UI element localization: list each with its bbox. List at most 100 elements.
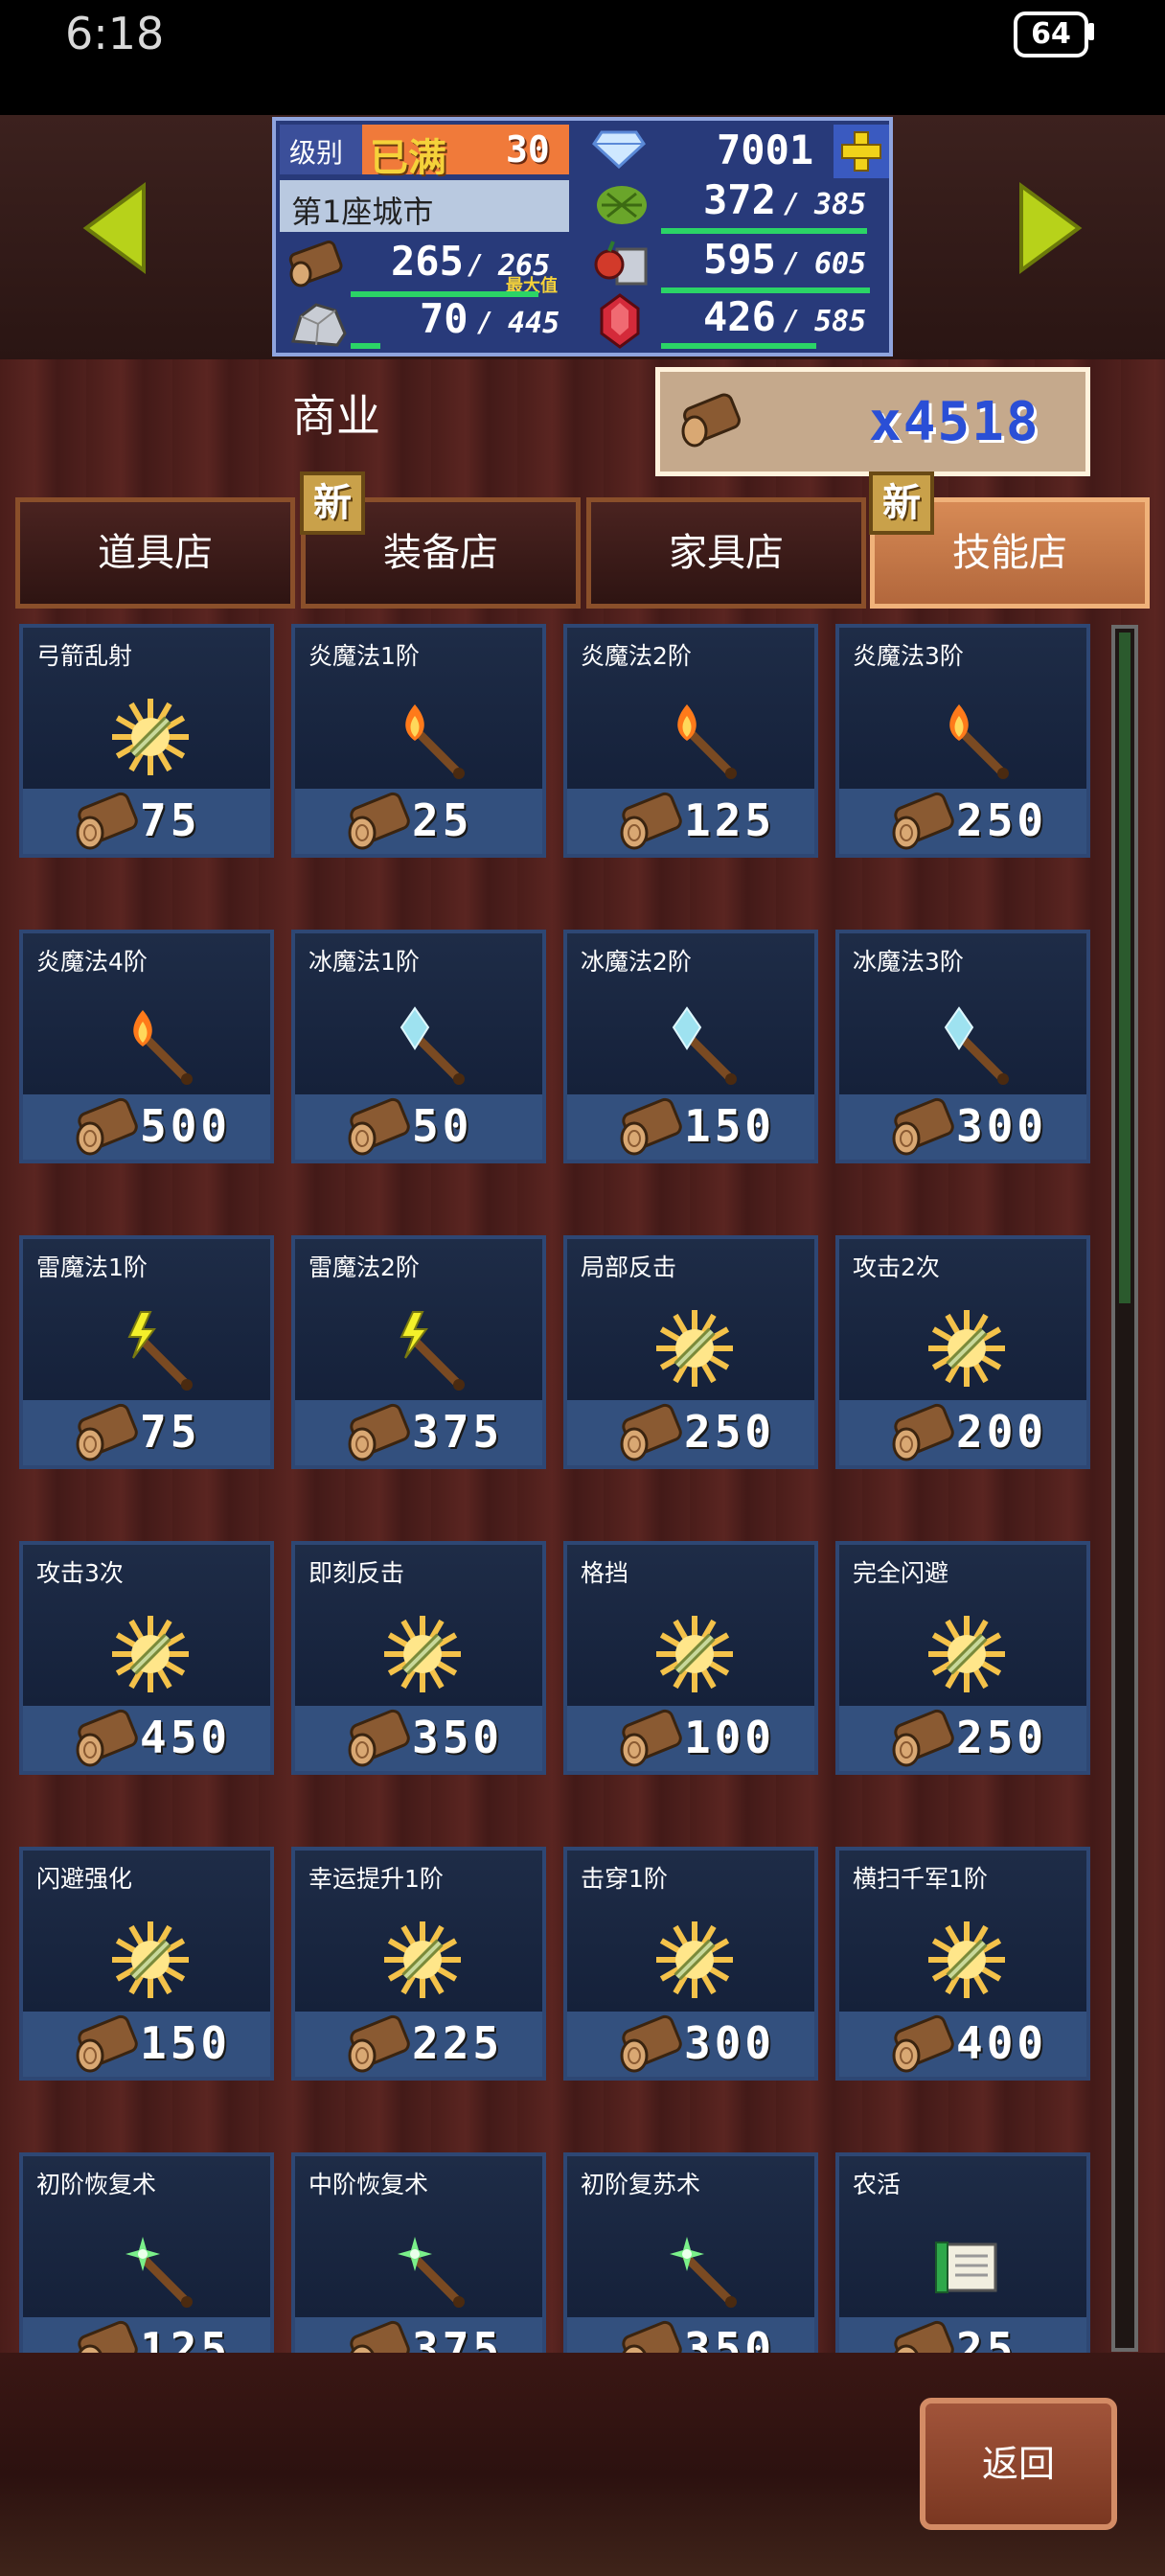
skill-price: 300 (956, 1100, 1048, 1152)
skill-card[interactable]: 雷魔法1阶 75 (19, 1235, 274, 1469)
skill-name: 攻击2次 (853, 1254, 940, 1281)
battery-tip (1088, 23, 1094, 40)
price-band: 400 (839, 2012, 1086, 2077)
skill-card[interactable]: 初阶复苏术 350 (563, 2152, 818, 2353)
skill-name: 弓箭乱射 (36, 642, 133, 670)
price-band: 225 (295, 2012, 542, 2077)
skill-name: 冰魔法2阶 (581, 948, 692, 976)
ruby-current: 426 (703, 293, 776, 340)
wood-log-icon (348, 1097, 410, 1156)
wood-balance-count: x4518 (869, 391, 1040, 453)
skill-name: 炎魔法3阶 (853, 642, 964, 670)
skill-price: 400 (956, 2017, 1048, 2069)
burst-icon (649, 1302, 741, 1398)
skill-card[interactable]: 攻击2次 200 (835, 1235, 1090, 1469)
skill-name: 击穿1阶 (581, 1865, 668, 1893)
thunder-staff-icon (377, 1302, 468, 1398)
price-band: 450 (23, 1706, 270, 1771)
ice-staff-icon (921, 997, 1013, 1092)
wood-log-icon (76, 1709, 138, 1767)
wood-log-icon (350, 2320, 410, 2353)
skill-card[interactable]: 完全闪避 250 (835, 1541, 1090, 1775)
skill-card[interactable]: 弓箭乱射 75 (19, 624, 274, 858)
skill-card[interactable]: 炎魔法2阶 125 (563, 624, 818, 858)
food-current: 595 (703, 236, 776, 283)
wood-log-icon (348, 1403, 410, 1461)
fire-staff-icon (377, 691, 468, 787)
wood-log-icon (620, 1097, 682, 1156)
skill-price: 25 (412, 794, 473, 846)
wood-log-icon (892, 2014, 954, 2073)
fire-staff-icon (649, 691, 741, 787)
price-band: 375 (295, 1400, 542, 1465)
skill-name: 闪避强化 (36, 1865, 133, 1893)
level-value: 30 (506, 128, 550, 171)
fire-staff-icon (921, 691, 1013, 787)
skill-card[interactable]: 初阶恢复术 125 (19, 2152, 274, 2353)
skill-name: 中阶恢复术 (308, 2171, 429, 2198)
skill-card[interactable]: 中阶恢复术 375 (291, 2152, 546, 2353)
price-band: 75 (23, 1400, 270, 1465)
wood-log-icon (620, 792, 682, 850)
item-scrollbar[interactable] (1111, 625, 1138, 2352)
wood-log-icon (76, 1097, 138, 1156)
skill-price: 250 (956, 1712, 1048, 1763)
skill-name: 农活 (853, 2171, 902, 2198)
heal-staff-icon (377, 2220, 468, 2315)
wood-log-icon (348, 2014, 410, 2073)
price-band: 25 (839, 2317, 1086, 2353)
battery-icon: 64 (1014, 12, 1088, 58)
skill-price: 150 (140, 2017, 232, 2069)
return-button[interactable]: 返回 (920, 2398, 1117, 2530)
skill-name: 格挡 (581, 1559, 629, 1587)
wood-log-icon (892, 1403, 954, 1461)
skill-name: 雷魔法1阶 (36, 1254, 148, 1281)
skill-card[interactable]: 攻击3次 450 (19, 1541, 274, 1775)
tab-4[interactable]: 技能店新 (869, 472, 1150, 609)
skill-price: 250 (684, 1406, 776, 1458)
tab-2[interactable]: 装备店新 (300, 472, 581, 609)
burst-icon (377, 1914, 468, 2010)
skill-name: 局部反击 (581, 1254, 677, 1281)
tab-3[interactable]: 家具店 (586, 497, 866, 609)
skill-card[interactable]: 局部反击 250 (563, 1235, 818, 1469)
price-band: 50 (295, 1094, 542, 1160)
skill-price: 75 (140, 1406, 201, 1458)
skill-name: 攻击3次 (36, 1559, 124, 1587)
wood-log-icon (620, 1403, 682, 1461)
wood-log-icon (348, 792, 410, 850)
price-band: 125 (567, 789, 814, 854)
skill-card[interactable]: 击穿1阶 300 (563, 1847, 818, 2081)
skill-price: 225 (412, 2017, 504, 2069)
skill-card[interactable]: 炎魔法3阶 250 (835, 624, 1090, 858)
new-badge: 新 (869, 472, 934, 535)
price-band: 150 (23, 2012, 270, 2077)
tab-label: 技能店 (952, 531, 1067, 575)
skill-price: 25 (956, 2323, 1017, 2353)
wood-log-icon (622, 2320, 682, 2353)
ruby-icon (600, 293, 640, 349)
wood-log-icon (892, 1097, 954, 1156)
wood-log-icon (348, 1709, 410, 1767)
skill-card[interactable]: 冰魔法1阶 50 (291, 930, 546, 1163)
next-city-arrow-icon[interactable] (1016, 182, 1085, 274)
skill-card[interactable]: 闪避强化 150 (19, 1847, 274, 2081)
skill-card[interactable]: 横扫千军1阶 400 (835, 1847, 1090, 2081)
skill-card[interactable]: 冰魔法3阶 300 (835, 930, 1090, 1163)
skill-card[interactable]: 幸运提升1阶 225 (291, 1847, 546, 2081)
prev-city-arrow-icon[interactable] (80, 182, 149, 274)
skill-card[interactable]: 格挡 100 (563, 1541, 818, 1775)
scrollbar-thumb[interactable] (1119, 632, 1131, 1303)
skill-price: 200 (956, 1406, 1048, 1458)
skill-card[interactable]: 即刻反击 350 (291, 1541, 546, 1775)
level-label: 级别 (289, 137, 344, 169)
skill-card[interactable]: 雷魔法2阶 375 (291, 1235, 546, 1469)
skill-card[interactable]: 冰魔法2阶 150 (563, 930, 818, 1163)
skill-card[interactable]: 农活 25 (835, 2152, 1090, 2353)
add-gems-button[interactable] (834, 125, 889, 178)
tab-1[interactable]: 道具店 (15, 497, 295, 609)
skill-card[interactable]: 炎魔法4阶 500 (19, 930, 274, 1163)
skill-price: 375 (412, 1406, 504, 1458)
wood-log-icon (620, 2014, 682, 2073)
skill-card[interactable]: 炎魔法1阶 25 (291, 624, 546, 858)
